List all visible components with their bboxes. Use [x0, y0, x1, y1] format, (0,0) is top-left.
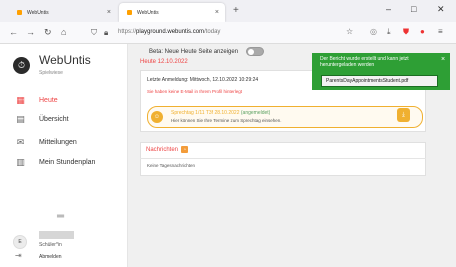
sidebar-item-mitteilungen[interactable]: ✉ Mitteilungen	[0, 133, 127, 151]
download-file-link[interactable]: ParentsDayAppointmentsStudent.pdf	[321, 75, 438, 87]
sidebar-item-label: Mein Stundenplan	[39, 158, 96, 166]
messages-title: Nachrichten	[146, 147, 179, 153]
avatar[interactable]: E	[13, 235, 27, 249]
sidebar-item-label: Mitteilungen	[39, 138, 77, 146]
tab-close-icon[interactable]: ×	[215, 9, 219, 16]
bookmark-star-icon[interactable]: ☆	[346, 27, 353, 36]
browser-tab-2[interactable]: WebUntis ×	[119, 3, 225, 22]
sidebar-item-stundenplan[interactable]: ▥ Mein Stundenplan	[0, 153, 127, 171]
username-redacted	[39, 231, 74, 239]
download-icon[interactable]: ⤓	[387, 27, 391, 37]
page-title: Heute 12.10.2022	[140, 59, 188, 65]
mail-icon: ✉	[16, 136, 25, 147]
rss-icon[interactable]: ◔	[181, 146, 188, 153]
minimize-button[interactable]: –	[386, 4, 391, 14]
last-login-text: Letzte Anmeldung: Mittwoch, 12.10.2022 1…	[147, 77, 259, 83]
url-host: playground.webuntis.com	[136, 29, 205, 35]
school-day-title: Sprechtag 1/11 T3f 28.10.2022 (angemelde…	[171, 110, 270, 116]
webuntis-logo-icon: ⏱	[13, 57, 30, 74]
lock-icon[interactable]: 🔒︎	[104, 28, 108, 38]
sidebar-item-uebersicht[interactable]: ▤ Übersicht	[0, 110, 127, 128]
home-icon[interactable]: ⌂	[61, 27, 66, 37]
maximize-button[interactable]: □	[411, 4, 416, 14]
url-path: /today	[204, 29, 221, 35]
download-report-button[interactable]: ⤓	[397, 108, 410, 122]
people-icon: ☺	[151, 111, 163, 123]
close-icon[interactable]: ×	[441, 56, 445, 63]
overview-icon: ▤	[16, 113, 25, 124]
logout-link[interactable]: Abmelden	[39, 254, 62, 260]
ublock-icon[interactable]: ⛊	[403, 27, 409, 37]
beta-label: Beta: Neue Heute Seite anzeigen	[149, 49, 239, 55]
tab-label: WebUntis	[27, 9, 49, 16]
url-prefix: https://	[118, 29, 137, 35]
beta-toggle[interactable]	[246, 47, 264, 56]
new-tab-button[interactable]: +	[233, 5, 239, 16]
forward-arrow-icon[interactable]: →	[26, 27, 35, 37]
pocket-icon[interactable]: ◎	[370, 27, 377, 36]
webuntis-favicon-icon	[127, 10, 132, 15]
calendar-today-icon: ▦	[16, 94, 25, 105]
extension-icon[interactable]: ●	[420, 27, 425, 36]
tab-close-icon[interactable]: ×	[107, 9, 111, 16]
brand-name: WebUntis	[39, 53, 91, 67]
school-day-subtitle: Hier können Sie Ihre Termine zum Sprecht…	[171, 118, 282, 123]
menu-icon[interactable]: ≡	[438, 27, 443, 36]
browser-nav-bar: ← → ↻ ⌂ ⛉ 🔒︎ https://playground.webuntis…	[0, 22, 456, 44]
notification-text: Der Bericht wurde erstellt und kann jetz…	[320, 56, 409, 68]
school-day-title-text: Sprechtag 1/11 T3f 28.10.2022	[171, 110, 240, 116]
reload-icon[interactable]: ↻	[44, 27, 52, 38]
browser-tab-1[interactable]: WebUntis ×	[9, 3, 117, 22]
browser-tab-bar: WebUntis × WebUntis × + – □ ✕	[0, 0, 456, 22]
logout-icon[interactable]: ⇥	[15, 251, 22, 260]
close-window-button[interactable]: ✕	[437, 4, 445, 15]
url-bar[interactable]: https://playground.webuntis.com/today	[118, 29, 220, 35]
back-arrow-icon[interactable]: ←	[9, 27, 18, 37]
no-email-warning[interactable]: Sie haben keine E-Mail in Ihrem Profil h…	[147, 89, 242, 94]
sidebar-item-heute[interactable]: ▦ Heute	[0, 91, 127, 109]
sidebar-item-label: Heute	[39, 96, 58, 104]
no-messages-text: Keine Tagesnachrichten	[147, 163, 195, 168]
shield-icon[interactable]: ⛉	[91, 28, 97, 38]
tab-label: WebUntis	[137, 9, 159, 16]
sidebar-item-label: Übersicht	[39, 115, 69, 123]
school-day-status: (angemeldet)	[240, 110, 271, 116]
user-role: Schüler*in	[39, 242, 62, 248]
webuntis-favicon-icon	[17, 10, 22, 15]
school-name: Spielwiese	[39, 70, 63, 76]
collapse-menu-icon[interactable]: ═	[57, 211, 64, 222]
timetable-icon: ▥	[16, 156, 25, 167]
divider	[140, 158, 426, 159]
